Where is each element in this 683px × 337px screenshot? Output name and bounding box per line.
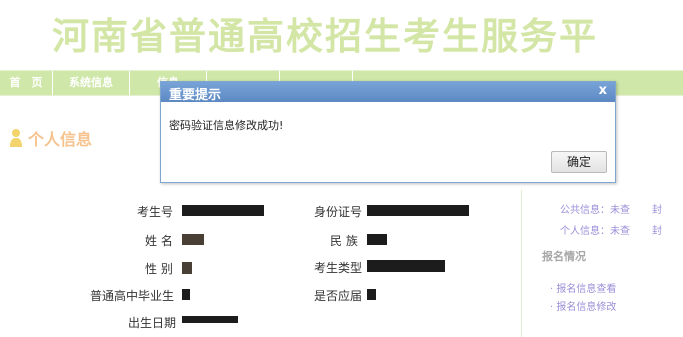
fresh-label: 是否应届 bbox=[314, 289, 363, 303]
nav-item-home[interactable]: 首 页 bbox=[0, 71, 53, 95]
dialog-titlebar[interactable]: 重要提示 x bbox=[161, 82, 615, 103]
dialog-message: 密码验证信息修改成功! bbox=[169, 119, 284, 132]
birth-value-redacted bbox=[182, 316, 238, 323]
ethnic-value-redacted bbox=[367, 234, 387, 245]
right-side-panel: 公共信息：未查 封 个人信息：未查 封 报名情况 · 报名信息查看 · 报名信息… bbox=[521, 190, 683, 337]
gender-label: 性 别 bbox=[145, 262, 173, 276]
ethnic-label: 民 族 bbox=[330, 234, 358, 248]
hs-grad-label: 普通高中毕业生 bbox=[90, 289, 175, 303]
exam-type-value-redacted bbox=[367, 260, 445, 272]
signup-edit-link[interactable]: · 报名信息修改 bbox=[550, 298, 616, 313]
name-label: 姓 名 bbox=[145, 234, 173, 248]
site-title: 河南省普通高校招生考生服务平 bbox=[52, 15, 598, 58]
ok-button[interactable]: 确定 bbox=[551, 151, 607, 173]
public-info-status: 封 bbox=[652, 205, 662, 216]
hs-grad-value-redacted bbox=[182, 289, 190, 300]
exam-no-label: 考生号 bbox=[137, 205, 174, 219]
public-info-link[interactable]: 公共信息：未查 bbox=[560, 201, 630, 216]
signup-heading: 报名情况 bbox=[542, 250, 586, 263]
personal-info-title: 个人信息 bbox=[28, 130, 93, 149]
signup-view-link[interactable]: · 报名信息查看 bbox=[550, 280, 616, 295]
personal-info-link[interactable]: 个人信息：未查 bbox=[560, 222, 630, 237]
name-value-redacted bbox=[182, 234, 204, 245]
exam-no-value-redacted bbox=[182, 205, 264, 216]
notice-dialog: 重要提示 x 密码验证信息修改成功! 确定 bbox=[160, 81, 616, 183]
personal-info-status: 封 bbox=[652, 226, 662, 237]
id-label: 身份证号 bbox=[314, 205, 363, 219]
fresh-value-redacted bbox=[367, 289, 376, 300]
close-icon[interactable]: x bbox=[599, 83, 607, 98]
dialog-title: 重要提示 bbox=[169, 88, 222, 103]
header-banner: 河南省普通高校招生考生服务平 bbox=[0, 0, 683, 70]
personal-info-heading: 个人信息 bbox=[8, 126, 92, 150]
gender-value-redacted bbox=[182, 262, 192, 274]
person-icon bbox=[10, 129, 22, 147]
id-value-redacted bbox=[367, 205, 469, 216]
birth-label: 出生日期 bbox=[128, 316, 177, 330]
exam-type-label: 考生类型 bbox=[314, 261, 363, 275]
nav-item-system-info[interactable]: 系统信息 bbox=[53, 71, 130, 95]
